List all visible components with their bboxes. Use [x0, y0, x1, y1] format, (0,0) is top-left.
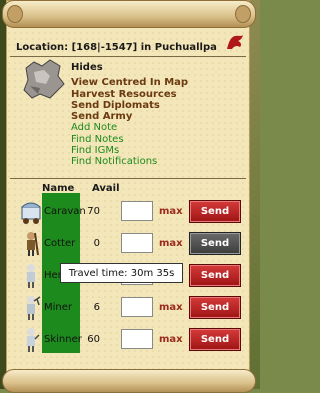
quantity-input-caravan[interactable]: [121, 201, 153, 221]
tile-info-popup: Location: [168|-1547] in Puchuallpa Hide…: [2, 0, 256, 393]
miner-icon: [27, 296, 41, 320]
menu-send-army[interactable]: Send Army: [71, 111, 188, 122]
unit-avail: 6: [93, 302, 100, 313]
send-button-caravan[interactable]: Send: [189, 200, 241, 223]
menu-find-notes[interactable]: Find Notes: [71, 134, 188, 145]
menu-find-igms[interactable]: Find IGMs: [71, 145, 188, 156]
tile-action-menu: Hides View Centred In Map Harvest Resour…: [71, 62, 188, 168]
divider-middle: [10, 178, 246, 179]
max-link-miner[interactable]: max: [159, 302, 183, 313]
scroll-roll-end-right: [235, 5, 251, 23]
unit-row-miner: Miner 6 max Send: [12, 292, 252, 324]
cotter-icon: [27, 232, 39, 256]
send-button-skinner[interactable]: Send: [189, 328, 241, 351]
divider-top: [10, 56, 246, 57]
menu-harvest-resources[interactable]: Harvest Resources: [71, 89, 188, 100]
menu-add-note[interactable]: Add Note: [71, 122, 188, 133]
unit-name: Cotter: [44, 238, 76, 249]
unit-avail: 70: [87, 206, 100, 217]
max-link-cotter[interactable]: max: [159, 238, 183, 249]
column-header-avail: Avail: [92, 183, 120, 194]
unit-row-cotter: Cotter 0 max Send: [12, 228, 252, 260]
unit-avail: 60: [87, 334, 100, 345]
scroll-top-roll: [2, 0, 256, 28]
unit-name: Miner: [44, 302, 73, 313]
unit-row-caravan: Caravan 70 max Send: [12, 196, 252, 228]
herder-icon: [27, 264, 35, 288]
location-label: Location: [168|-1547] in Puchuallpa: [16, 42, 217, 53]
menu-view-centred-in-map[interactable]: View Centred In Map: [71, 77, 188, 88]
send-button-miner[interactable]: Send: [189, 296, 241, 319]
max-link-caravan[interactable]: max: [159, 206, 183, 217]
hides-resource-icon: [23, 59, 65, 99]
quantity-input-skinner[interactable]: [121, 329, 153, 349]
max-link-skinner[interactable]: max: [159, 334, 183, 345]
unit-row-skinner: Skinner 60 max Send: [12, 324, 252, 356]
menu-find-notifications[interactable]: Find Notifications: [71, 156, 188, 167]
caravan-icon: [21, 202, 41, 224]
quantity-input-cotter[interactable]: [121, 233, 153, 253]
flag-icon[interactable]: [225, 33, 245, 51]
send-button-cotter[interactable]: Send: [189, 232, 241, 255]
unit-avail: 0: [93, 238, 100, 249]
menu-send-diplomats[interactable]: Send Diplomats: [71, 100, 188, 111]
scroll-roll-end-left: [7, 5, 23, 23]
resource-title: Hides: [71, 62, 103, 73]
skinner-icon: [27, 328, 40, 352]
travel-time-tooltip: Travel time: 30m 35s: [60, 263, 183, 283]
send-button-herder[interactable]: Send: [189, 264, 241, 287]
scroll-bottom-roll: [2, 369, 256, 393]
quantity-input-miner[interactable]: [121, 297, 153, 317]
